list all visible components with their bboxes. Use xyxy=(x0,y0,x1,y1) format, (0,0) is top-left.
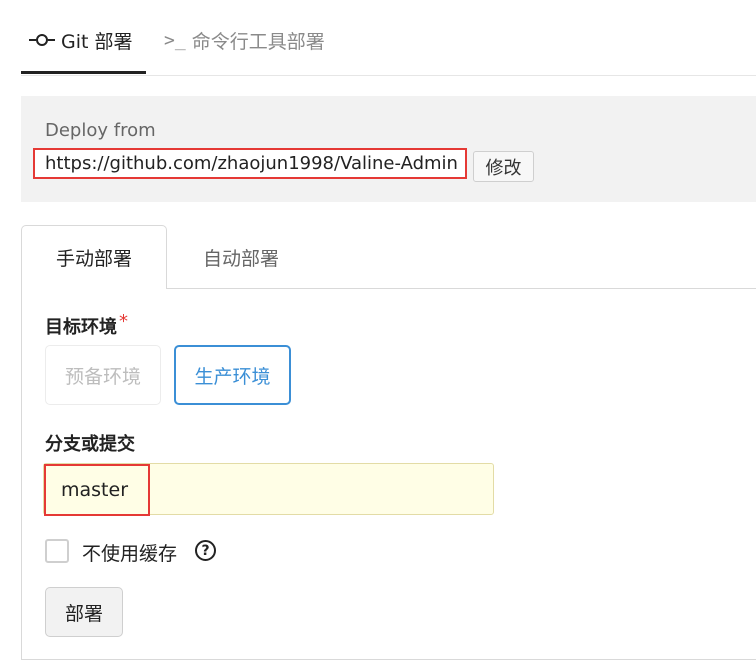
manual-deploy-form: 目标环境 * 预备环境 生产环境 分支或提交 master 不使用缓存 ? 部署 xyxy=(21,288,756,660)
tab-manual-deploy[interactable]: 手动部署 xyxy=(21,225,167,289)
tab-cli-deploy[interactable]: >_ 命令行工具部署 xyxy=(164,25,325,55)
required-mark: * xyxy=(119,311,128,332)
env-staging-button[interactable]: 预备环境 xyxy=(45,345,161,405)
git-commit-icon xyxy=(29,34,55,46)
branch-label: 分支或提交 xyxy=(45,434,135,455)
branch-input[interactable]: master xyxy=(43,463,494,516)
modify-button[interactable]: 修改 xyxy=(473,151,534,182)
active-tab-underline xyxy=(21,71,146,74)
deploy-from-label: Deploy from xyxy=(45,120,156,141)
branch-value: master xyxy=(44,464,150,516)
deploy-button[interactable]: 部署 xyxy=(45,587,123,637)
no-cache-label: 不使用缓存 xyxy=(82,543,178,565)
help-icon[interactable]: ? xyxy=(195,540,216,561)
top-tab-bar: Git 部署 >_ 命令行工具部署 xyxy=(21,0,756,76)
terminal-icon: >_ xyxy=(164,29,186,51)
tab-auto-deploy[interactable]: 自动部署 xyxy=(181,225,301,289)
deploy-from-panel: Deploy from https://github.com/zhaojun19… xyxy=(21,96,756,202)
env-production-button[interactable]: 生产环境 xyxy=(174,345,291,405)
target-env-label: 目标环境 * xyxy=(45,311,128,338)
repo-url-field[interactable]: https://github.com/zhaojun1998/Valine-Ad… xyxy=(33,148,467,179)
tab-cli-deploy-label: 命令行工具部署 xyxy=(191,30,325,53)
deploy-mode-tabs: 手动部署 自动部署 xyxy=(21,225,756,289)
tab-git-deploy-label: Git 部署 xyxy=(61,30,133,53)
tab-git-deploy[interactable]: Git 部署 xyxy=(29,25,133,55)
no-cache-checkbox[interactable] xyxy=(45,539,69,563)
